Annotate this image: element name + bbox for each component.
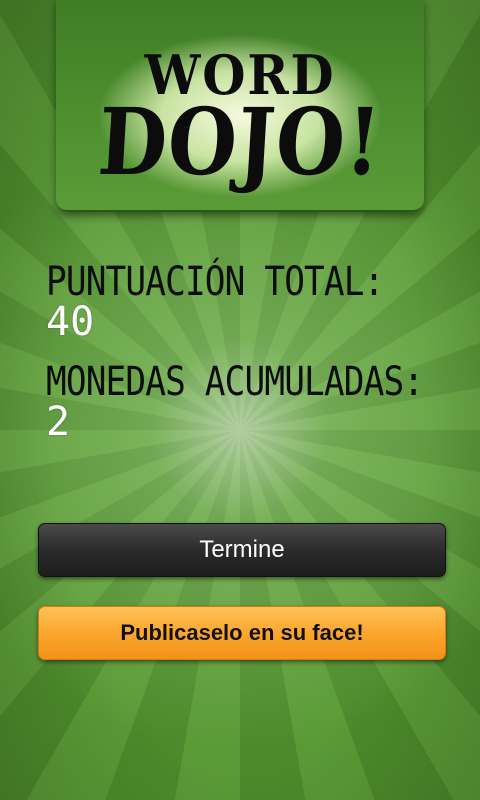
coins-value: 2 — [46, 399, 71, 445]
finish-button-label: Termine — [199, 536, 285, 563]
share-button-label: Publicaselo en su face! — [120, 620, 364, 645]
total-score-label: PUNTUACIÓN TOTAL: — [46, 259, 384, 305]
coins-label: MONEDAS ACUMULADAS: — [46, 359, 424, 405]
total-score-value: 40 — [46, 299, 95, 345]
share-facebook-button[interactable]: Publicaselo en su face! — [38, 606, 446, 660]
logo-dojo-text: DOJO! — [95, 88, 385, 196]
finish-button[interactable]: Termine — [38, 523, 446, 577]
